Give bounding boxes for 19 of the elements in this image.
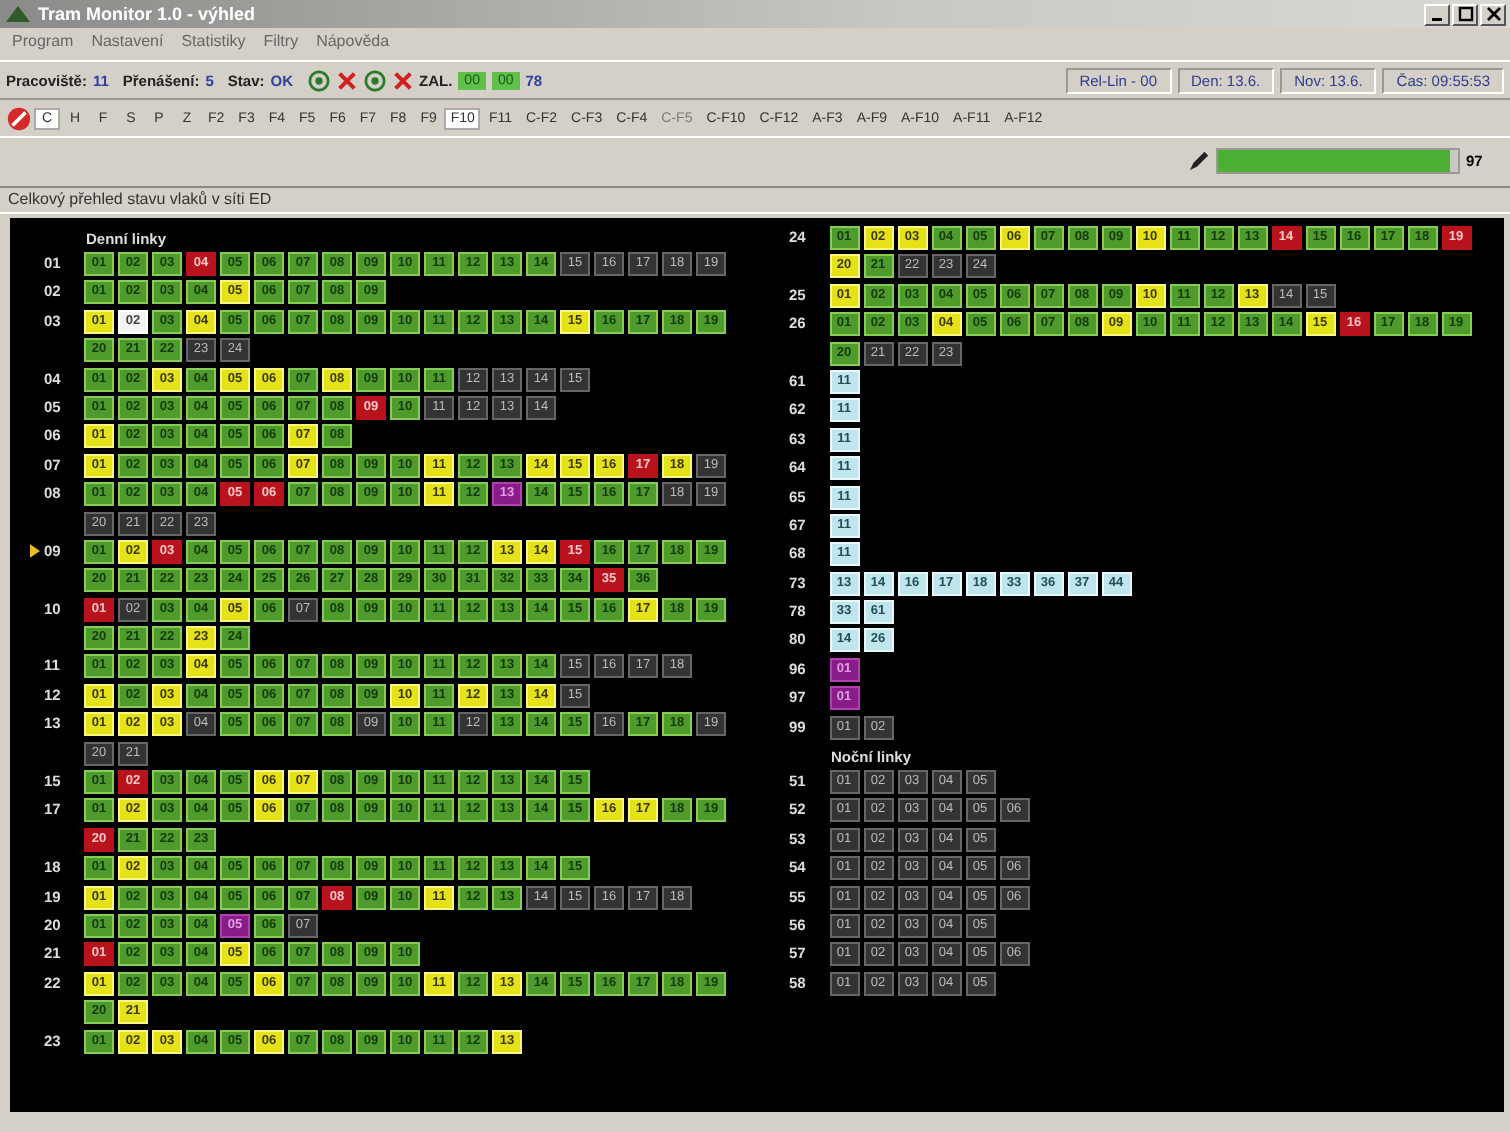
circle-icon[interactable] [363,69,385,91]
minimize-button[interactable] [1424,3,1450,25]
caption-bar: Celkový přehled stavu vlaků v síti ED [0,186,1510,214]
cross-icon[interactable] [391,69,413,91]
cross-icon[interactable] [335,69,357,91]
current-marker-icon [30,544,40,559]
no-entry-icon[interactable] [6,105,32,131]
close-icon [1485,6,1501,22]
close-button[interactable] [1480,3,1506,25]
menu-item[interactable]: Nápověda [316,32,390,50]
menu-item[interactable]: Program [12,32,74,50]
menu-item[interactable]: Nastavení [91,32,164,50]
window-title: Tram Monitor 1.0 - výhled [38,4,256,24]
menu-item[interactable]: Statistiky [181,32,246,50]
menu-item[interactable]: Filtry [263,32,299,50]
maximize-button[interactable] [1452,3,1478,25]
circle-icon[interactable] [307,69,329,91]
maximize-icon [1457,6,1473,22]
pencil-icon[interactable] [1188,149,1210,171]
